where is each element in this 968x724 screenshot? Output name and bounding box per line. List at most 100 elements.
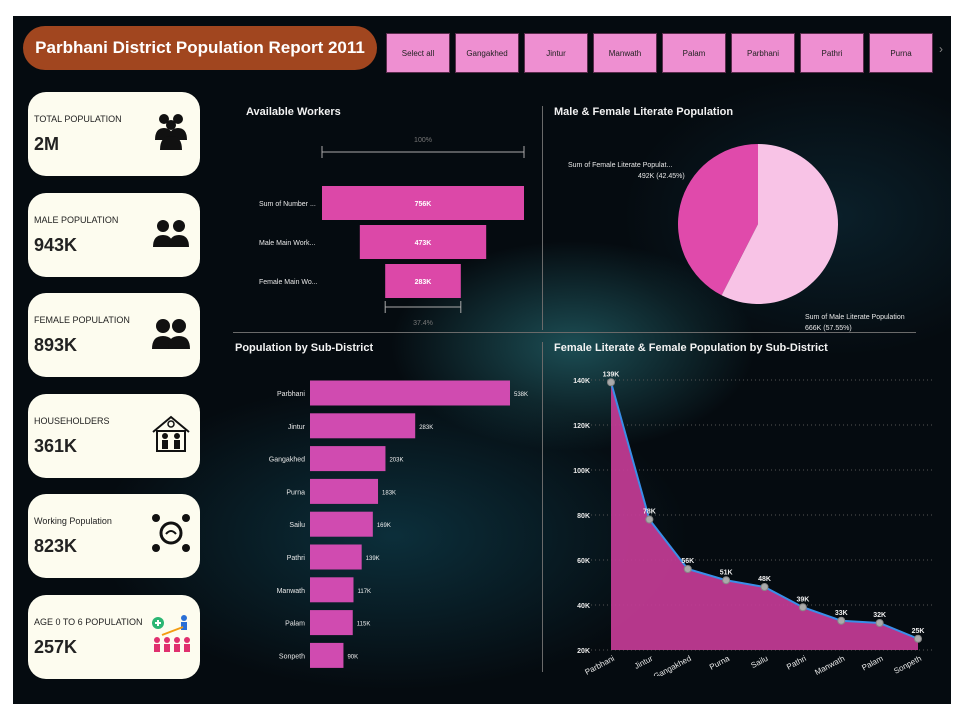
- area-value-label: 56K: [681, 558, 694, 565]
- subdistrict-value-label: 90K: [347, 654, 358, 660]
- area-point: [607, 378, 615, 387]
- subdistrict-category-label: Manwath: [277, 588, 306, 595]
- area-point: [837, 616, 846, 625]
- slicer-button-palam[interactable]: Palam: [662, 33, 726, 73]
- area-point: [722, 576, 731, 585]
- slicer-button-manwath[interactable]: Manwath: [593, 33, 657, 73]
- area-chart-title: Female Literate & Female Population by S…: [554, 342, 828, 354]
- kpi-value: 943K: [34, 234, 78, 255]
- kpi-value: 893K: [34, 335, 78, 355]
- funnel-value-label: 756K: [415, 201, 432, 208]
- area-fill: [611, 382, 918, 650]
- house-family-icon: [152, 415, 190, 452]
- area-value-label: 33K: [835, 610, 848, 617]
- population-by-subdistrict-bar-chart: Parbhani 538K Jintur 283K Gangakhed 203K Purna…: [269, 380, 528, 668]
- people-group-icon: [155, 114, 187, 150]
- area-x-tick-label: Palam: [860, 654, 885, 673]
- subdistrict-bar: [310, 544, 362, 570]
- slicer-button-select-all[interactable]: Select all: [386, 33, 450, 73]
- area-value-label: 139K: [603, 371, 620, 378]
- kpi-card-householders: HOUSEHOLDERS 361K: [28, 393, 200, 478]
- divider-vertical-bottom: [542, 342, 543, 672]
- area-x-tick-label: Pathri: [785, 654, 808, 672]
- bar-chart-title: Population by Sub-District: [235, 342, 374, 354]
- area-y-tick-label: 120K: [573, 423, 590, 430]
- slicer-button-pathri[interactable]: Pathri: [800, 33, 864, 73]
- area-x-tick-label: Manwath: [813, 654, 846, 676]
- area-point: [914, 634, 922, 643]
- subdistrict-value-label: 169K: [377, 523, 391, 529]
- subdistrict-bar: [310, 446, 386, 472]
- slicer-next-icon[interactable]: ›: [939, 42, 943, 56]
- slicer-button-purna[interactable]: Purna: [869, 33, 933, 73]
- kpi-label: TOTAL POPULATION: [34, 114, 122, 124]
- area-value-label: 32K: [873, 612, 886, 619]
- subdistrict-value-label: 283K: [419, 425, 433, 431]
- kpi-value: 823K: [34, 536, 78, 556]
- literate-population-pie-chart: Sum of Female Literate Populat... 492K (4…: [568, 144, 905, 332]
- area-point: [875, 619, 884, 627]
- funnel-category-label: Sum of Number ...: [259, 201, 316, 208]
- area-y-tick-label: 40K: [577, 603, 590, 610]
- kpi-value: 361K: [34, 435, 78, 456]
- kpi-label: MALE POPULATION: [34, 214, 119, 225]
- subdistrict-bar: [310, 380, 510, 406]
- subdistrict-category-label: Sonpeth: [279, 653, 305, 660]
- funnel-category-label: Male Main Work...: [259, 240, 315, 247]
- area-y-tick-label: 20K: [577, 648, 590, 655]
- subdistrict-value-label: 203K: [389, 458, 403, 464]
- kpi-card-working-population: Working Population 823K: [28, 494, 200, 578]
- kpi-label: HOUSEHOLDERS: [34, 415, 110, 426]
- kpi-label: FEMALE POPULATION: [34, 315, 130, 325]
- area-y-tick-label: 60K: [577, 558, 590, 565]
- slicer-button-parbhani[interactable]: Parbhani: [731, 33, 795, 73]
- subdistrict-category-label: Parbhani: [277, 391, 305, 398]
- area-x-tick-label: Gangakhed: [652, 654, 693, 676]
- subdistrict-category-label: Jintur: [288, 424, 306, 431]
- subdistrict-bar: [310, 577, 354, 603]
- subdistrict-category-label: Gangakhed: [269, 457, 305, 464]
- funnel-bottom-percent: 37.4%: [413, 320, 433, 327]
- funnel-top-percent: 100%: [414, 137, 432, 144]
- subdistrict-category-label: Pathri: [287, 555, 306, 562]
- kpi-label: AGE 0 TO 6 POPULATION: [34, 616, 143, 627]
- funnel-chart-title: Available Workers: [246, 106, 341, 118]
- area-y-tick-label: 100K: [573, 468, 590, 475]
- area-x-tick-label: Sailu: [750, 654, 770, 670]
- divider-horizontal: [233, 332, 916, 333]
- kpi-card-female-population: FEMALE POPULATION 893K: [28, 293, 200, 377]
- kpi-value: 2M: [34, 134, 60, 154]
- area-value-label: 39K: [796, 596, 809, 603]
- subdistrict-value-label: 115K: [357, 622, 371, 628]
- subdistrict-bar: [310, 511, 373, 537]
- subdistrict-category-label: Purna: [286, 489, 305, 496]
- pie-slice-value-label: 492K (42.45%): [638, 173, 685, 180]
- area-y-tick-label: 140K: [573, 378, 590, 385]
- kpi-card-age-0-to-6-population: AGE 0 TO 6 POPULATION 257K: [28, 594, 200, 679]
- slicer-button-jintur[interactable]: Jintur: [524, 33, 588, 73]
- subdistrict-bar: [310, 413, 416, 439]
- area-y-tick-label: 80K: [577, 513, 590, 520]
- subdistrict-value-label: 538K: [514, 392, 528, 398]
- area-x-tick-label: Jintur: [633, 654, 655, 671]
- kpi-value: 257K: [34, 636, 78, 657]
- network-people-icon: [152, 514, 190, 552]
- available-workers-funnel-chart: 100% 756K Sum of Number ... 473K Male Main W…: [259, 137, 525, 327]
- funnel-category-label: Female Main Wo...: [259, 279, 318, 286]
- funnel-value-label: 283K: [415, 279, 432, 286]
- subdistrict-bar: [310, 478, 379, 504]
- area-point: [798, 603, 807, 612]
- report-canvas: Parbhani District Population Report 2011…: [13, 16, 951, 704]
- kpi-label: Working Population: [34, 516, 112, 526]
- male-users-icon: [153, 219, 189, 247]
- subdistrict-bar: [310, 610, 353, 636]
- slicer-button-gangakhed[interactable]: Gangakhed: [455, 33, 519, 73]
- area-value-label: 78K: [643, 509, 656, 516]
- area-value-label: 25K: [912, 628, 925, 635]
- report-title: Parbhani District Population Report 2011: [23, 26, 377, 70]
- female-users-icon: [152, 319, 190, 349]
- kpi-card-male-population: MALE POPULATION 943K: [28, 192, 200, 277]
- kpi-card-total-population: TOTAL POPULATION 2M: [28, 92, 200, 176]
- subdistrict-bar: [310, 642, 344, 668]
- divider-vertical-top: [542, 106, 543, 330]
